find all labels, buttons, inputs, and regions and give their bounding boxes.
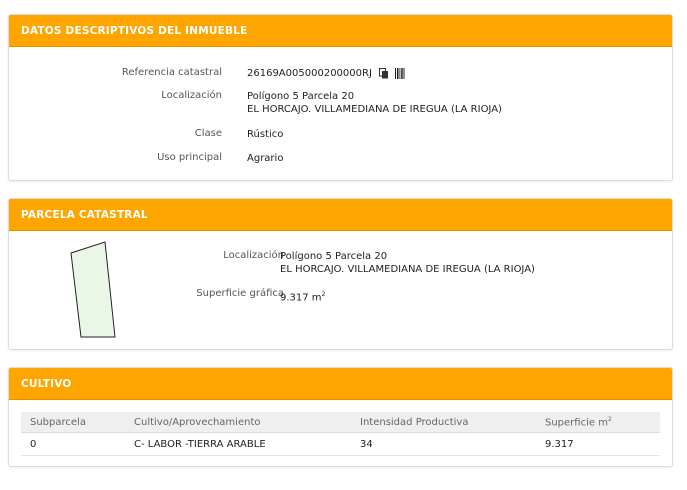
clase-value: Rústico bbox=[247, 129, 284, 140]
parcela-localizacion-line2: EL HORCAJO. VILLAMEDIANA DE IREGUA (LA R… bbox=[280, 264, 535, 275]
cultivo-table-header-row: Subparcela Cultivo/Aprovechamiento Inten… bbox=[21, 412, 660, 433]
barcode-icon[interactable] bbox=[395, 67, 405, 79]
parcela-localizacion-line1: Polígono 5 Parcela 20 bbox=[280, 251, 388, 262]
col-cultivo: Cultivo/Aprovechamiento bbox=[125, 412, 351, 433]
table-row: 0 C- LABOR -TIERRA ARABLE 34 9.317 bbox=[21, 432, 660, 456]
superficie-grafica-exp: 2 bbox=[321, 291, 326, 298]
cell-intensidad: 34 bbox=[351, 432, 536, 456]
cell-subparcela: 0 bbox=[21, 432, 125, 456]
ref-catastral-value: 26169A005000200000RJ bbox=[247, 67, 405, 80]
cultivo-header: CULTIVO bbox=[9, 368, 672, 400]
localizacion-label: Localización bbox=[161, 90, 222, 101]
cultivo-table: Subparcela Cultivo/Aprovechamiento Inten… bbox=[21, 412, 660, 456]
ref-catastral-label: Referencia catastral bbox=[121, 67, 222, 78]
col-intensidad: Intensidad Productiva bbox=[351, 412, 536, 433]
col-superficie-exp: 2 bbox=[607, 415, 612, 423]
col-superficie: Superficie m2 bbox=[536, 412, 660, 433]
cell-cultivo: C- LABOR -TIERRA ARABLE bbox=[125, 432, 351, 456]
superficie-grafica-label: Superficie gráfica bbox=[196, 288, 284, 299]
localizacion-line2: EL HORCAJO. VILLAMEDIANA DE IREGUA (LA R… bbox=[247, 104, 502, 115]
cell-superficie: 9.317 bbox=[536, 432, 660, 456]
uso-principal-value: Agrario bbox=[247, 153, 284, 164]
cultivo-panel: CULTIVO Subparcela Cultivo/Aprovechamien… bbox=[8, 367, 673, 467]
parcela-localizacion-label: Localización bbox=[223, 250, 284, 261]
datos-descriptivos-header: DATOS DESCRIPTIVOS DEL INMUEBLE bbox=[9, 15, 672, 47]
parcela-catastral-header: PARCELA CATASTRAL bbox=[9, 199, 672, 231]
datos-descriptivos-panel: DATOS DESCRIPTIVOS DEL INMUEBLE Referenc… bbox=[8, 14, 673, 181]
copy-icon[interactable] bbox=[379, 67, 389, 79]
parcel-map-shape[interactable] bbox=[67, 239, 127, 339]
localizacion-line1: Polígono 5 Parcela 20 bbox=[247, 91, 355, 102]
superficie-grafica-value: 9.317 m2 bbox=[280, 288, 325, 304]
superficie-grafica-number: 9.317 m bbox=[280, 292, 322, 304]
parcela-catastral-panel: PARCELA CATASTRAL Localización Polígono … bbox=[8, 198, 673, 350]
col-superficie-text: Superficie m bbox=[545, 417, 608, 429]
uso-principal-label: Uso principal bbox=[157, 152, 222, 163]
clase-label: Clase bbox=[194, 128, 222, 139]
ref-catastral-text: 26169A005000200000RJ bbox=[247, 68, 372, 79]
col-subparcela: Subparcela bbox=[21, 412, 125, 433]
